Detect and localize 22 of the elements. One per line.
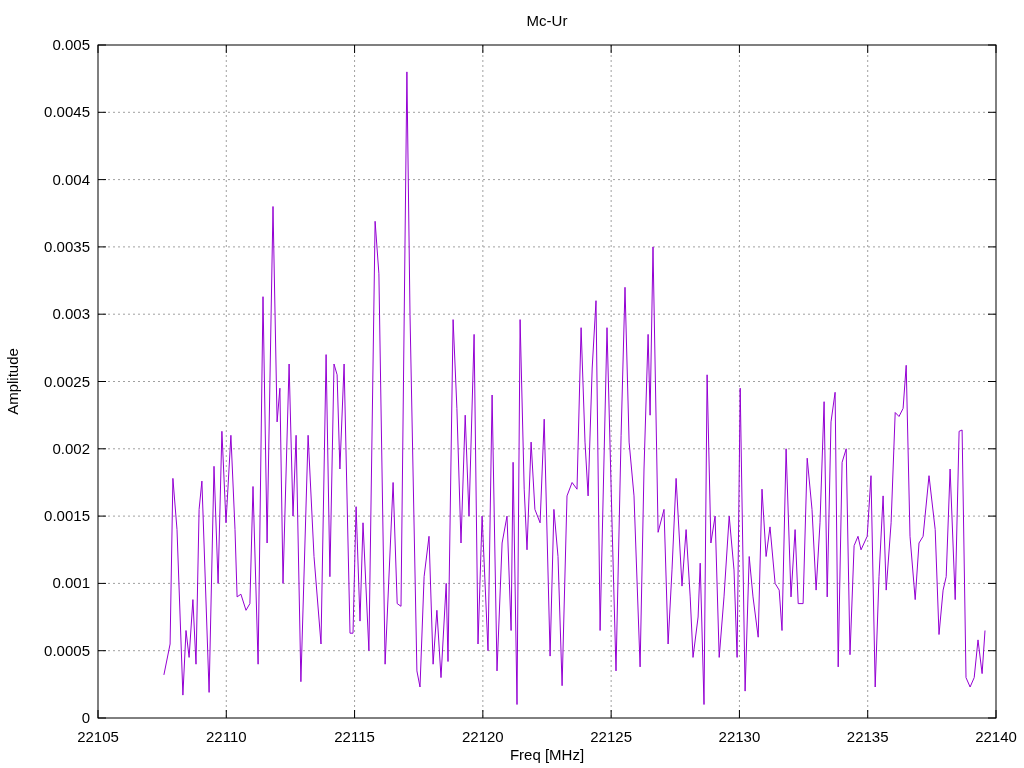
y-tick-label: 0.004 [52,170,90,188]
x-tick-label: 22125 [590,728,632,745]
x-tick-label: 22120 [462,728,504,745]
y-tick-label: 0.0035 [44,237,90,255]
x-axis-label: Freq [MHz] [509,746,585,763]
y-tick-label: 0.001 [52,574,90,592]
x-tick-label: 22110 [206,728,247,745]
y-tick-label: 0.0025 [44,372,90,390]
y-tick-label: 0.002 [52,439,90,457]
y-axis-label: Amplitude [4,348,21,415]
x-tick-label: 22140 [975,728,1017,745]
x-tick-label: 22105 [77,728,119,745]
chart-title: Mc-Ur [526,12,568,29]
y-tick-label: 0.0045 [44,103,90,121]
x-tick-label: 22135 [846,728,889,745]
x-tick-label: 22115 [334,728,375,745]
y-tick-label: 0.005 [52,36,90,53]
y-tick-label: 0 [81,709,90,726]
y-tick-label: 0.003 [52,305,90,323]
y-tick-label: 0.0015 [44,507,90,525]
y-tick-label: 0.0005 [44,641,90,659]
x-tick-label: 22130 [718,728,761,745]
